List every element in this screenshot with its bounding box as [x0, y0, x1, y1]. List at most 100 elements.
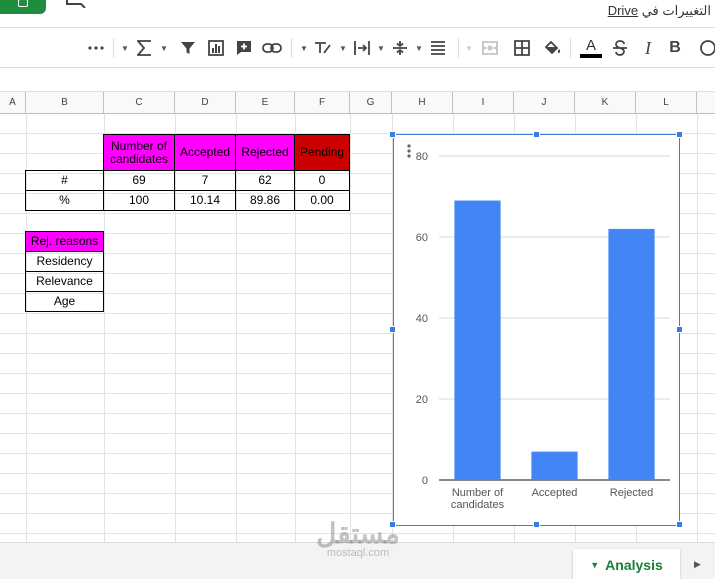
table-cell[interactable]: 0.00 — [294, 190, 350, 211]
column-header-i[interactable]: I — [453, 92, 514, 114]
rotate-text-icon[interactable] — [313, 38, 333, 58]
list-item[interactable]: Age — [25, 291, 104, 312]
column-header-h[interactable]: H — [392, 92, 453, 114]
table-cell[interactable]: 69 — [103, 170, 175, 191]
lock-icon — [18, 0, 28, 7]
chevron-down-icon[interactable]: ▼ — [414, 38, 424, 58]
table-cell[interactable]: 0 — [294, 170, 350, 191]
column-header-g[interactable]: G — [350, 92, 392, 114]
reasons-header[interactable]: Rej. reasons — [25, 231, 104, 252]
insert-comment-icon[interactable] — [234, 38, 254, 58]
resize-handle[interactable] — [676, 521, 683, 528]
chart-menu-icon[interactable] — [407, 144, 411, 158]
horizontal-align-icon[interactable] — [352, 38, 372, 58]
x-tick-label: candidates — [451, 499, 505, 511]
column-header-l[interactable]: L — [636, 92, 697, 114]
toolbar-separator — [570, 38, 571, 58]
resize-handle[interactable] — [389, 326, 396, 333]
toolbar-separator — [113, 38, 114, 58]
table-row-label[interactable]: # — [25, 170, 104, 191]
scroll-right-icon[interactable]: ▶ — [694, 559, 701, 570]
merge-icon — [480, 38, 500, 58]
y-tick-label: 0 — [422, 475, 428, 487]
bar-rejected[interactable] — [608, 228, 655, 480]
resize-handle[interactable] — [676, 326, 683, 333]
chart-icon[interactable] — [206, 38, 226, 58]
x-tick-label: Number of — [452, 487, 504, 499]
column-header-c[interactable]: C — [104, 92, 175, 114]
share-button[interactable] — [0, 0, 46, 14]
italic-icon[interactable]: I — [638, 38, 658, 58]
x-tick-label: Rejected — [610, 487, 653, 499]
resize-handle[interactable] — [533, 131, 540, 138]
toolbar-separator — [458, 38, 459, 58]
column-header-j[interactable]: J — [514, 92, 575, 114]
bold-icon[interactable]: B — [665, 38, 685, 58]
fill-color-icon[interactable] — [541, 38, 563, 58]
y-tick-label: 20 — [416, 394, 428, 406]
list-item[interactable]: Residency — [25, 251, 104, 272]
table-header-candidates[interactable]: Number of candidates — [103, 134, 175, 171]
strikethrough-icon[interactable] — [610, 38, 630, 58]
sigma-icon[interactable] — [134, 38, 154, 58]
format-options-icon[interactable] — [698, 38, 715, 58]
chevron-down-icon[interactable]: ▼ — [158, 38, 170, 58]
list-item[interactable]: Relevance — [25, 271, 104, 292]
column-header-k[interactable]: K — [575, 92, 636, 114]
column-header-row: A B C D E F G H I J K L — [0, 91, 715, 114]
bar-accepted[interactable] — [531, 451, 578, 480]
table-cell[interactable]: 100 — [103, 190, 175, 211]
column-header-d[interactable]: D — [175, 92, 236, 114]
last-edit-text[interactable]: Drive التغييرات في — [608, 3, 711, 19]
vertical-align-icon[interactable] — [390, 38, 410, 58]
top-bar: Drive التغييرات في — [0, 0, 715, 28]
chevron-down-icon[interactable]: ▼ — [120, 38, 130, 58]
table-cell[interactable]: 7 — [174, 170, 236, 191]
watermark-latin: mostaql.com — [326, 547, 390, 559]
text-color-label: A — [585, 37, 596, 54]
table-header-accepted[interactable]: Accepted — [174, 134, 236, 171]
column-header-e[interactable]: E — [236, 92, 295, 114]
x-tick-label: Accepted — [532, 487, 578, 499]
watermark-arabic: مستقل — [316, 518, 400, 549]
comment-history-icon[interactable] — [66, 0, 86, 8]
column-header-b[interactable]: B — [26, 92, 104, 114]
more-icon[interactable] — [86, 38, 106, 58]
table-header-rejected[interactable]: Rejected — [235, 134, 295, 171]
chevron-down-icon[interactable]: ▼ — [338, 38, 348, 58]
toolbar-separator — [291, 38, 292, 58]
last-edit-label: التغييرات في — [641, 3, 711, 18]
wrap-icon[interactable] — [428, 38, 448, 58]
chevron-down-icon[interactable]: ▼ — [590, 560, 599, 570]
column-header-f[interactable]: F — [295, 92, 350, 114]
chevron-down-icon[interactable]: ▼ — [299, 38, 309, 58]
sheet-tab-analysis[interactable]: ▼ Analysis — [573, 549, 680, 579]
bar-number-of-candidates[interactable] — [454, 200, 501, 481]
watermark-logo: مستقل mostaql.com — [312, 520, 404, 559]
bar-chart[interactable]: 0 20 40 60 80 Number ofcandidates Accepted Reje… — [394, 135, 679, 525]
chevron-down-icon[interactable]: ▼ — [376, 38, 386, 58]
resize-handle[interactable] — [676, 131, 683, 138]
y-tick-label: 80 — [416, 151, 428, 163]
table-cell[interactable]: 89.86 — [235, 190, 295, 211]
table-header-pending[interactable]: Pending — [294, 134, 350, 171]
y-tick-label: 60 — [416, 232, 428, 244]
grid-line — [350, 114, 351, 542]
drive-link[interactable]: Drive — [608, 3, 638, 18]
grid-line — [697, 114, 698, 542]
column-header-a[interactable]: A — [0, 92, 26, 114]
resize-handle[interactable] — [389, 131, 396, 138]
table-cell[interactable]: 62 — [235, 170, 295, 191]
embedded-chart[interactable]: 0 20 40 60 80 Number of candidates Accepted Reje… — [393, 134, 680, 526]
toolbar: ▼ ▼ ▼ ▼ ▼ ▼ ▼ A I B — [0, 28, 715, 68]
filter-icon[interactable] — [178, 38, 198, 58]
chevron-down-icon: ▼ — [465, 43, 473, 53]
borders-icon[interactable] — [512, 38, 532, 58]
y-tick-label: 40 — [416, 313, 428, 325]
table-row-label[interactable]: % — [25, 190, 104, 211]
link-icon[interactable] — [261, 38, 283, 58]
sheet-tab-label: Analysis — [605, 556, 663, 573]
text-color-icon[interactable]: A — [580, 38, 602, 58]
resize-handle[interactable] — [533, 521, 540, 528]
table-cell[interactable]: 10.14 — [174, 190, 236, 211]
